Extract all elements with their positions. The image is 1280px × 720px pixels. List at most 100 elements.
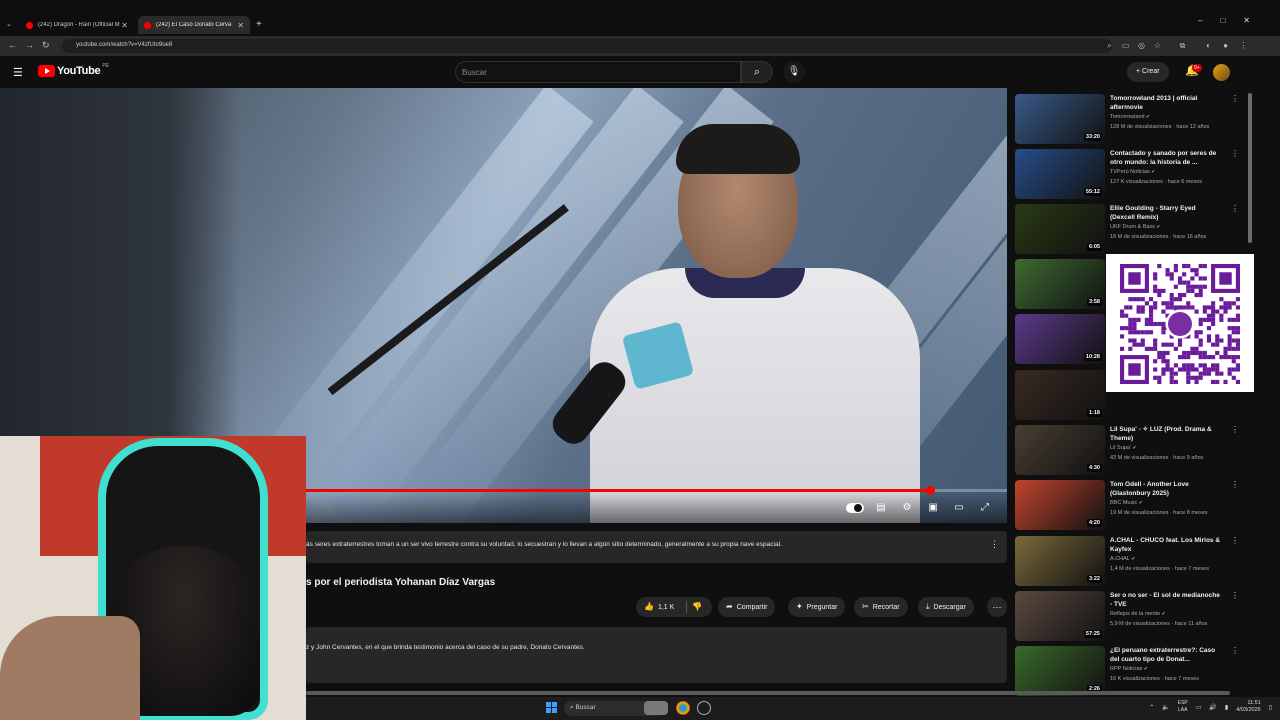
more-options-icon[interactable]: ⋮ [1231,536,1239,545]
chrome-icon[interactable] [676,701,690,715]
recommended-title[interactable]: Ellie Goulding - Starry Eyed (Dexcell Re… [1110,204,1222,222]
like-button[interactable]: 👍 1,1 K [644,597,674,618]
channel-name[interactable]: A.CHAL ✔ [1110,556,1135,562]
dislike-button[interactable]: 👎 [692,597,702,617]
video-thumbnail[interactable]: 57:25 [1015,591,1105,641]
theater-mode-icon[interactable]: ▭ [951,501,967,515]
bookmark-star-icon[interactable]: ☆ [1153,41,1162,50]
more-actions-button[interactable]: ⋯ [987,597,1007,617]
volume-icon[interactable]: 🔊 [1209,704,1216,711]
network-icon[interactable]: ▭ [1196,704,1202,711]
share-button[interactable]: ➦ Compartir [718,597,776,617]
more-options-icon[interactable]: ⋮ [1231,94,1239,103]
clock[interactable]: 11:51 4/03/2026 [1236,700,1260,714]
tab-dragon-rain[interactable]: (242) Dragon - Rain (Official M ✕ [20,16,134,34]
channel-name[interactable]: Tomorrowland ✔ [1110,114,1150,120]
channel-name[interactable]: Reflejos de la mente ✔ [1110,611,1166,617]
notification-icon[interactable]: ▯ [1269,704,1272,711]
tray-chevron-icon[interactable]: ⌃ [1149,704,1154,711]
video-thumbnail[interactable]: 4:20 [1015,480,1105,530]
recommended-title[interactable]: Contactado y sanado por seres de otro mu… [1110,149,1222,167]
tab-caso-donato[interactable]: (242) El Caso Donato Cerva ✕ [138,16,250,34]
tab-list-icon[interactable]: ⌄ [6,20,12,28]
search-button[interactable]: ⌕ [741,61,773,83]
back-icon[interactable]: ← [8,40,17,50]
battery-icon[interactable]: ▮ [1225,704,1228,711]
channel-name[interactable]: RPP Noticias ✔ [1110,666,1148,672]
clip-button[interactable]: ✂ Recortar [854,597,908,617]
eye-off-icon[interactable]: ◎ [1137,41,1146,50]
create-button[interactable]: + Crear [1127,62,1169,82]
browser-menu-icon[interactable]: ⋮ [1239,41,1248,50]
horizontal-scrollbar[interactable] [306,691,1230,695]
settings-gear-icon[interactable]: ⚙ [899,501,915,515]
windows-start-icon[interactable] [546,702,557,713]
zoom-icon[interactable]: ⌕ [1105,41,1114,50]
recommended-title[interactable]: Tom Odell - Another Love (Glastonbury 20… [1110,480,1222,498]
recommended-video[interactable]: 6:05 Ellie Goulding - Starry Eyed (Dexcel… [1015,202,1255,254]
channel-name[interactable]: Lil Supa' ✔ [1110,445,1137,451]
close-window-button[interactable]: ✕ [1243,16,1250,25]
close-tab-icon[interactable]: ✕ [121,21,128,30]
minimize-button[interactable]: – [1198,16,1202,25]
recommended-video[interactable]: 2:26 ¿El peruano extraterrestre?: Caso de… [1015,644,1255,696]
video-thumbnail[interactable]: 3:58 [1015,259,1105,309]
forward-icon[interactable]: → [25,40,34,50]
recommended-title[interactable]: Ser o no ser - El sol de medianoche - TV… [1110,591,1222,609]
user-avatar[interactable] [1213,64,1230,81]
video-thumbnail[interactable]: 3:22 [1015,536,1105,586]
recommended-title[interactable]: A.CHAL - CHUCO feat. Los Mirlos & Kayfex [1110,536,1222,554]
more-options-icon[interactable]: ⋮ [990,539,999,550]
close-tab-icon[interactable]: ✕ [237,21,244,30]
youtube-logo[interactable]: YouTube PE [38,63,109,77]
new-tab-button[interactable]: + [256,19,262,30]
more-options-icon[interactable]: ⋮ [1231,646,1239,655]
expanded-description[interactable]: z y John Cervantes, en el que brinda tes… [306,627,1007,683]
ask-button[interactable]: ✦ Preguntar [788,597,846,617]
miniplayer-icon[interactable]: ▣ [925,501,941,515]
url-bar[interactable]: youtube.com/watch?v=V4zfUto9ue8 [62,39,1112,53]
autoplay-toggle[interactable] [846,503,864,513]
recommended-video[interactable]: 4:20 Tom Odell - Another Love (Glastonbur… [1015,478,1255,530]
video-thumbnail[interactable]: 4:30 [1015,425,1105,475]
profile-icon[interactable]: ◐ [1204,41,1213,50]
vertical-scrollbar[interactable] [1248,93,1252,243]
download-button[interactable]: ⤓ Descargar [918,597,974,617]
language-indicator[interactable]: ESP LAA [1178,700,1188,714]
app-icon[interactable] [697,701,711,715]
description-box[interactable]: ás seres extraterrestres toman a un ser … [306,531,1007,563]
video-thumbnail[interactable]: 33:20 [1015,94,1105,144]
video-thumbnail[interactable]: 2:26 [1015,646,1105,696]
reload-icon[interactable]: ↻ [42,40,50,51]
video-thumbnail[interactable]: 6:05 [1015,204,1105,254]
more-options-icon[interactable]: ⋮ [1231,149,1239,158]
cast-icon[interactable]: ▭ [1121,41,1130,50]
avatar-icon[interactable]: ● [1221,41,1230,50]
voice-search-button[interactable]: 🎙 [783,61,805,83]
recommended-video[interactable]: 57:25 Ser o no ser - El sol de medianoche… [1015,589,1255,641]
video-thumbnail[interactable]: 1:18 [1015,370,1105,420]
search-input[interactable]: Buscar [455,61,741,83]
maximize-button[interactable]: □ [1220,16,1225,25]
recommended-video[interactable]: 4:30 Lil Supa' - ✧ LUZ (Prod. Drama & The… [1015,423,1255,475]
fullscreen-icon[interactable]: ⤢ [977,501,993,515]
recommended-video[interactable]: 33:20 Tomorrowland 2013 | official afterm… [1015,92,1255,144]
speaker-icon[interactable]: 🔈 [1162,704,1169,711]
extensions-icon[interactable]: ⧉ [1178,41,1187,50]
hamburger-menu-icon[interactable]: ☰ [13,66,23,79]
recommended-title[interactable]: Lil Supa' - ✧ LUZ (Prod. Drama & Theme) [1110,425,1222,443]
more-options-icon[interactable]: ⋮ [1231,480,1239,489]
channel-name[interactable]: BBC Music ✔ [1110,500,1143,506]
channel-name[interactable]: UKF Drum & Bass ✔ [1110,224,1161,230]
subtitles-icon[interactable]: ▤ [873,501,889,515]
channel-name[interactable]: TVPerú Noticias ✔ [1110,169,1155,175]
more-options-icon[interactable]: ⋮ [1231,591,1239,600]
video-thumbnail[interactable]: 55:12 [1015,149,1105,199]
taskbar-app-thumbnail-icon[interactable] [644,701,668,715]
more-options-icon[interactable]: ⋮ [1231,204,1239,213]
video-progress-bar[interactable] [306,486,1007,495]
recommended-video[interactable]: 3:22 A.CHAL - CHUCO feat. Los Mirlos & Ka… [1015,534,1255,586]
recommended-title[interactable]: Tomorrowland 2013 | official aftermovie [1110,94,1222,112]
more-options-icon[interactable]: ⋮ [1231,425,1239,434]
recommended-video[interactable]: 55:12 Contactado y sanado por seres de ot… [1015,147,1255,199]
